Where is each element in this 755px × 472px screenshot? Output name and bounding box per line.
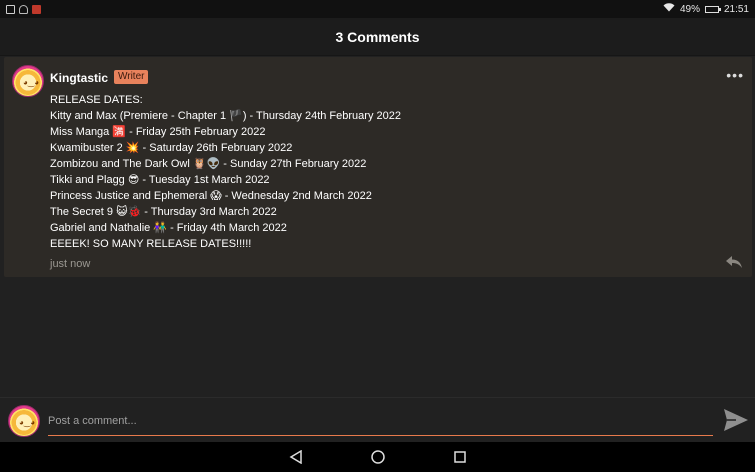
comment-line: Tikki and Plagg 😎 - Tuesday 1st March 20… [50, 174, 270, 186]
back-triangle-icon[interactable] [285, 446, 307, 468]
battery-icon [704, 5, 721, 13]
cloud-icon [19, 4, 28, 14]
more-dots-icon[interactable]: ••• [726, 67, 744, 83]
current-user-avatar: ◕‿◕ [8, 405, 40, 437]
author-badge: Writer [114, 70, 149, 84]
comment-author[interactable]: Kingtastic [50, 71, 108, 85]
comment-line: Zombizou and The Dark Owl 🦉👽 - Sunday 27… [50, 158, 367, 170]
comment-line: EEEEK! SO MANY RELEASE DATES!!!!! [50, 238, 252, 250]
system-nav-bar [0, 442, 755, 472]
gallery-icon [6, 4, 15, 14]
comment-input-wrapper [48, 408, 713, 436]
comment-card: ◕‿◕ Kingtastic Writer ••• RELEASE DATES:… [4, 57, 752, 277]
comment-line: Miss Manga 🈵 - Friday 25th February 2022 [50, 126, 266, 138]
comment-line: Kwamibuster 2 💥 - Saturday 26th February… [50, 142, 293, 154]
avatar-face-icon: ◕‿◕ [19, 418, 36, 427]
comment-line: Kitty and Max (Premiere - Chapter 1 🏴) -… [50, 110, 401, 122]
send-icon[interactable] [724, 409, 748, 431]
status-bar: 49% 21:51 [0, 0, 755, 18]
comment-composer: ◕‿◕ [0, 397, 755, 441]
avatar[interactable]: ◕‿◕ [12, 65, 44, 97]
system-indicators: 49% 21:51 [663, 3, 749, 15]
notification-icons [6, 4, 41, 14]
comment-line: RELEASE DATES: [50, 94, 143, 106]
app-notification-icon [32, 4, 41, 14]
comments-header: 3 Comments [0, 18, 755, 56]
page-title: 3 Comments [335, 28, 420, 45]
wifi-icon [663, 3, 675, 15]
reply-icon[interactable] [726, 255, 742, 271]
comment-input[interactable] [48, 408, 713, 434]
comment-line: The Secret 9 😺🐞 - Thursday 3rd March 202… [50, 206, 277, 218]
home-circle-icon[interactable] [367, 446, 389, 468]
comment-body: RELEASE DATES: Kitty and Max (Premiere -… [50, 92, 730, 252]
comment-timestamp: just now [50, 258, 91, 270]
battery-percent: 49% [679, 3, 700, 15]
comment-line: Princess Justice and Ephemeral 😱 - Wedne… [50, 190, 372, 202]
recents-square-icon[interactable] [449, 446, 471, 468]
clock: 21:51 [723, 3, 749, 15]
comment-line: Gabriel and Nathalie 👫 - Friday 4th Marc… [50, 222, 287, 234]
avatar-face-icon: ◕‿◕ [23, 78, 40, 87]
